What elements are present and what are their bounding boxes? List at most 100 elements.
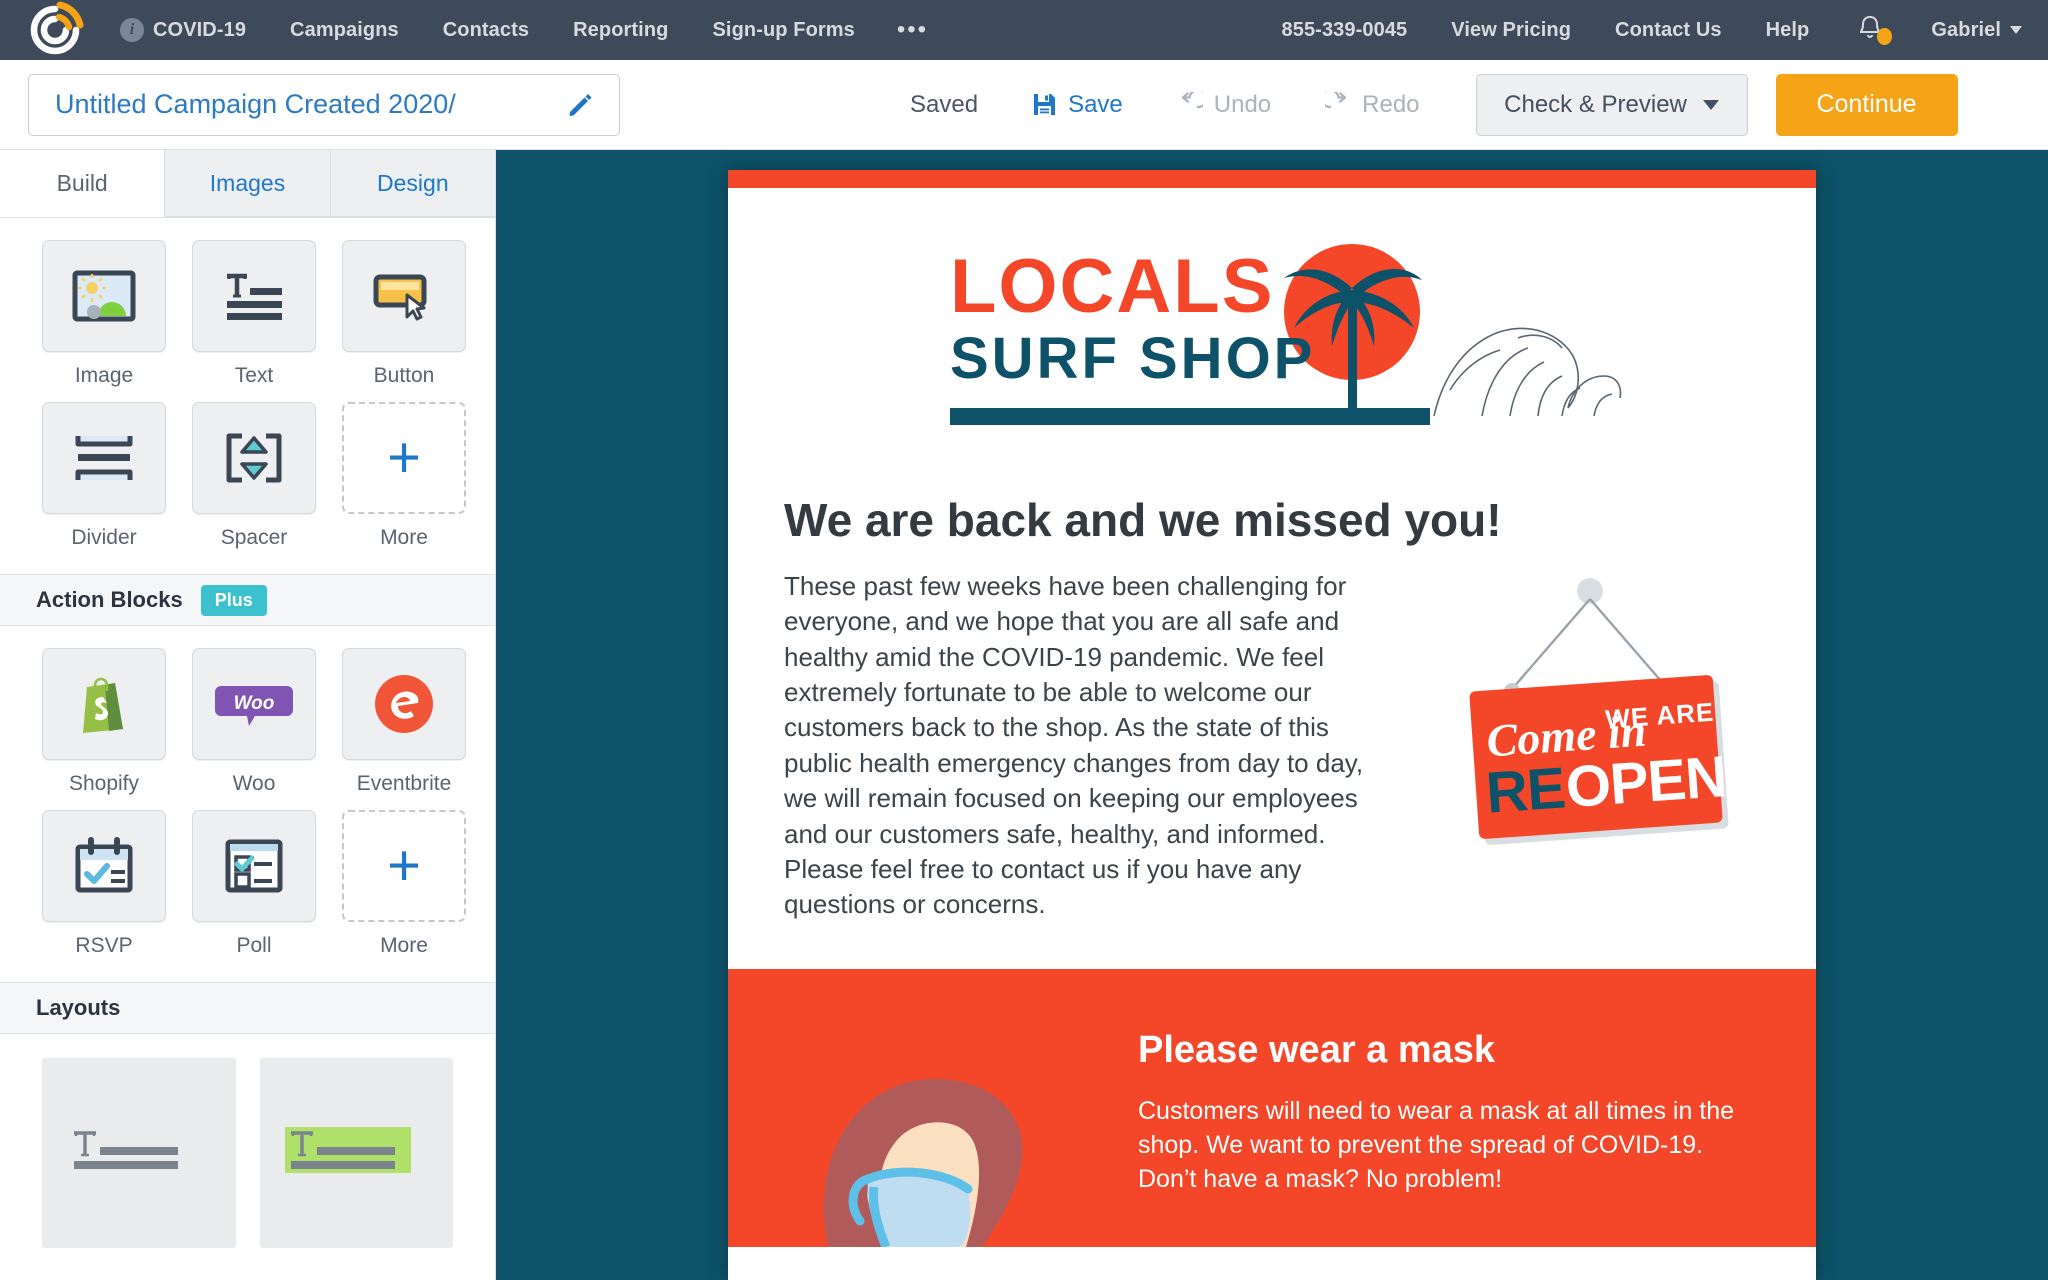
nav-item-campaigns[interactable]: Campaigns: [268, 19, 421, 42]
plus-plan-badge: Plus: [200, 584, 267, 616]
spacer-block-icon: [226, 433, 282, 483]
layouts-title: Layouts: [36, 995, 121, 1020]
primary-nav-links: i COVID-19 Campaigns Contacts Reporting …: [108, 17, 948, 42]
block-divider-label: Divider: [71, 526, 137, 549]
continue-button[interactable]: Continue: [1775, 73, 1958, 136]
nav-item-contacts[interactable]: Contacts: [421, 19, 551, 42]
block-poll[interactable]: Poll: [192, 810, 316, 958]
check-and-preview-dropdown[interactable]: Check & Preview: [1475, 73, 1748, 136]
block-button-tile[interactable]: [342, 240, 466, 352]
nav-label-contact-us: Contact Us: [1615, 18, 1722, 41]
constant-contact-spiral-logo[interactable]: [26, 1, 84, 59]
block-divider[interactable]: Divider: [42, 402, 166, 550]
layouts-grid: [0, 1034, 495, 1272]
nav-item-view-pricing[interactable]: View Pricing: [1429, 19, 1593, 42]
nav-label-campaigns: Campaigns: [290, 18, 399, 41]
block-text-label: Text: [234, 364, 274, 387]
nav-item-signup-forms[interactable]: Sign-up Forms: [690, 19, 876, 42]
block-button[interactable]: Button: [342, 240, 466, 388]
email-paragraph[interactable]: These past few weeks have been challengi…: [784, 569, 1400, 923]
person-wearing-mask-illustration: [823, 1078, 1023, 1247]
tab-design-label: Design: [377, 169, 449, 196]
redo-button[interactable]: Redo: [1325, 90, 1420, 119]
block-more-action-tile[interactable]: +: [342, 810, 466, 922]
block-divider-tile[interactable]: [42, 402, 166, 514]
undo-button-label: Undo: [1213, 90, 1272, 118]
pencil-icon[interactable]: [567, 92, 593, 118]
woocommerce-icon: Woo: [215, 686, 293, 726]
sign-line-reopen: RE: [1484, 755, 1567, 825]
block-rsvp[interactable]: RSVP: [42, 810, 166, 958]
sidebar-tab-bar: Build Images Design: [0, 150, 495, 218]
block-more-basic-tile[interactable]: +: [342, 402, 466, 514]
reopen-sign-block[interactable]: Come in WE ARE RE OPEN: [1430, 569, 1760, 923]
layout-thumbnail-highlighted[interactable]: [259, 1058, 453, 1248]
campaign-title-value: Untitled Campaign Created 2020/: [55, 89, 456, 119]
block-more-action[interactable]: + More: [342, 810, 466, 958]
block-shopify-tile[interactable]: [42, 648, 166, 760]
save-status-label: Saved: [910, 90, 979, 118]
tab-images[interactable]: Images: [165, 150, 331, 217]
tab-design[interactable]: Design: [330, 150, 495, 217]
save-button-label: Save: [1068, 90, 1123, 118]
action-blocks-title: Action Blocks: [36, 587, 183, 612]
notification-bell-button[interactable]: [1831, 14, 1909, 47]
layouts-section-header: Layouts: [0, 982, 495, 1034]
campaign-title-field[interactable]: Untitled Campaign Created 2020/: [28, 73, 620, 136]
nav-item-phone-number[interactable]: 855-339-0045: [1260, 19, 1430, 42]
reopen-hanging-sign-icon: Come in WE ARE RE OPEN: [1469, 578, 1729, 845]
plus-icon: +: [387, 832, 421, 898]
block-shopify[interactable]: Shopify: [42, 648, 166, 796]
block-more-basic[interactable]: + More: [342, 402, 466, 550]
shopify-bag-icon: [83, 677, 123, 733]
save-button[interactable]: Save: [1032, 91, 1123, 119]
layout-text-highlighted-thumbnail: [285, 1127, 412, 1173]
mask-section-text[interactable]: Customers will need to wear a mask at al…: [1138, 1094, 1766, 1197]
user-menu-button[interactable]: Gabriel: [1909, 19, 2022, 42]
nav-label-signup-forms: Sign-up Forms: [712, 18, 855, 41]
svg-text:Woo: Woo: [234, 693, 275, 714]
block-image[interactable]: Image: [42, 240, 166, 388]
divider-block-icon: [75, 436, 133, 480]
nav-item-contact-us[interactable]: Contact Us: [1593, 19, 1744, 42]
block-woo-tile[interactable]: Woo: [192, 648, 316, 760]
mask-section-heading[interactable]: Please wear a mask: [1138, 1029, 1766, 1072]
undo-button[interactable]: Undo: [1177, 91, 1271, 119]
email-logo-block[interactable]: LOCALS SURF SHOP: [728, 188, 1816, 471]
block-shopify-label: Shopify: [68, 772, 140, 795]
block-spacer-tile[interactable]: [192, 402, 316, 514]
block-eventbrite[interactable]: Eventbrite: [342, 648, 466, 796]
tab-build[interactable]: Build: [0, 150, 166, 217]
block-more-action-label: More: [380, 934, 428, 957]
nav-item-covid19[interactable]: i COVID-19: [108, 18, 268, 42]
more-menu-icon[interactable]: •••: [877, 17, 948, 42]
block-eventbrite-tile[interactable]: [342, 648, 466, 760]
nav-item-help[interactable]: Help: [1744, 19, 1832, 42]
block-button-label: Button: [373, 364, 435, 387]
nav-label-help: Help: [1765, 18, 1810, 41]
block-poll-tile[interactable]: [192, 810, 316, 922]
block-more-basic-label: More: [380, 526, 428, 549]
block-woo[interactable]: Woo Woo: [192, 648, 316, 796]
email-canvas[interactable]: LOCALS SURF SHOP We are back and we miss…: [496, 150, 2048, 1280]
email-mask-section[interactable]: Please wear a mask Customers will need t…: [728, 968, 1816, 1247]
block-spacer[interactable]: Spacer: [192, 402, 316, 550]
layout-thumbnail-plain[interactable]: [42, 1058, 236, 1248]
email-headline[interactable]: We are back and we missed you!: [728, 471, 1816, 547]
block-rsvp-tile[interactable]: [42, 810, 166, 922]
logo-word-surf-shop: SURF SHOP: [950, 326, 1315, 391]
email-document[interactable]: LOCALS SURF SHOP We are back and we miss…: [728, 170, 1816, 1280]
mask-copy-block: Please wear a mask Customers will need t…: [1138, 1007, 1816, 1247]
block-image-tile[interactable]: [42, 240, 166, 352]
block-rsvp-label: RSVP: [75, 934, 133, 957]
block-text[interactable]: Text: [192, 240, 316, 388]
secondary-nav-links: 855-339-0045 View Pricing Contact Us Hel…: [1260, 14, 2022, 47]
plus-icon: +: [387, 424, 421, 490]
logo-word-locals: LOCALS: [950, 244, 1274, 329]
block-text-tile[interactable]: [192, 240, 316, 352]
nav-item-reporting[interactable]: Reporting: [551, 19, 690, 42]
chevron-down-icon: [2010, 26, 2022, 35]
nav-label-contacts: Contacts: [442, 18, 530, 41]
nav-label-covid19: COVID-19: [153, 18, 247, 41]
redo-button-label: Redo: [1362, 90, 1420, 118]
